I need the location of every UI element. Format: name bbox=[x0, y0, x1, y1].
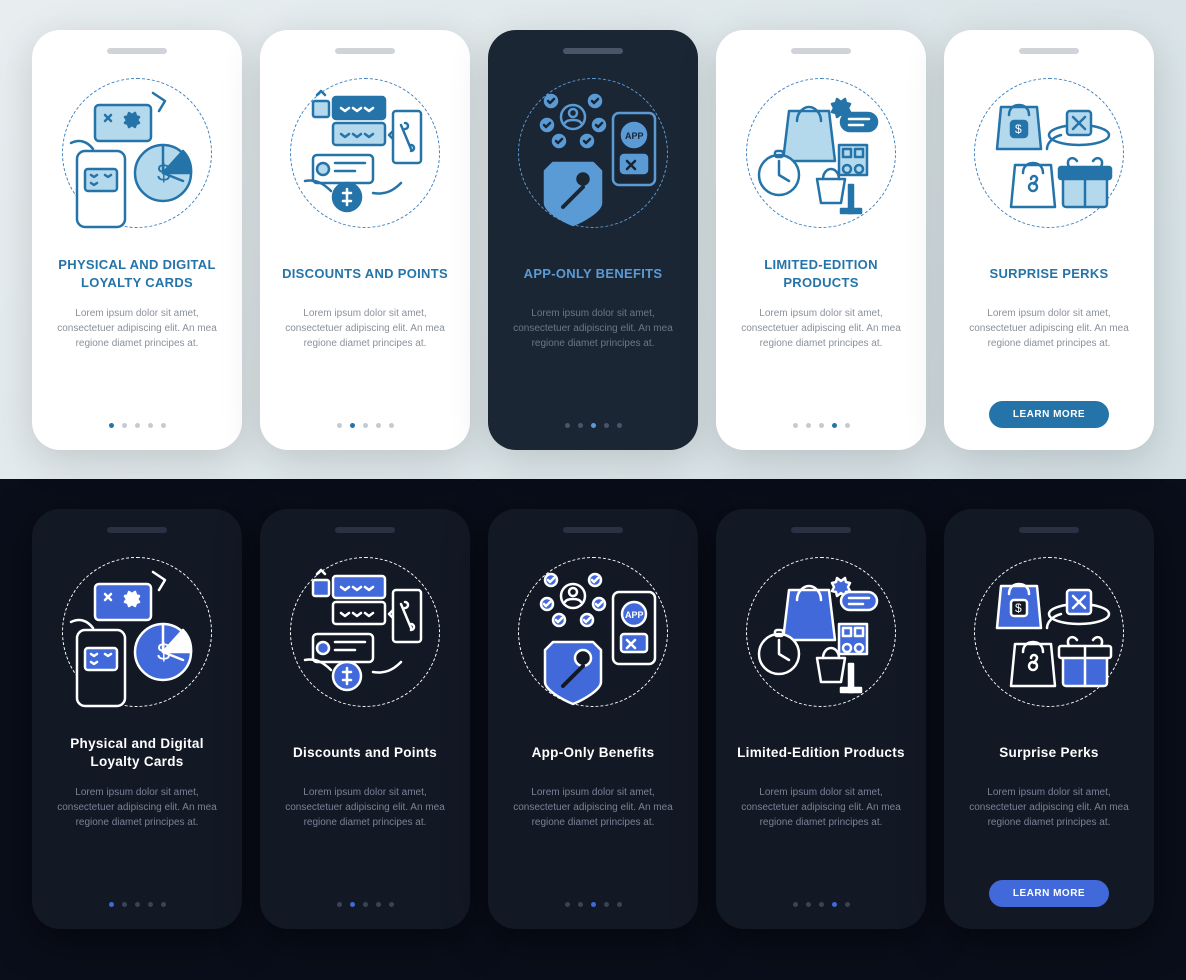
card-description: Lorem ipsum dolor sit amet, consectetuer… bbox=[274, 785, 456, 831]
phone-notch bbox=[563, 48, 623, 54]
card-title: APP-ONLY BENEFITS bbox=[524, 256, 663, 292]
card-title: Surprise Perks bbox=[999, 735, 1099, 771]
phone-notch bbox=[791, 48, 851, 54]
app-benefits-icon: APP bbox=[508, 547, 678, 717]
card-title: PHYSICAL AND DIGITAL LOYALTY CARDS bbox=[46, 256, 228, 292]
app-benefits-icon: APP bbox=[508, 68, 678, 238]
phone-notch bbox=[335, 527, 395, 533]
onboarding-card-discounts-dark: Discounts and Points Lorem ipsum dolor s… bbox=[260, 509, 470, 929]
card-description: Lorem ipsum dolor sit amet, consectetuer… bbox=[46, 785, 228, 831]
phone-notch bbox=[107, 48, 167, 54]
page-indicator[interactable] bbox=[565, 423, 622, 428]
page-indicator[interactable] bbox=[793, 423, 850, 428]
phone-notch bbox=[791, 527, 851, 533]
card-description: Lorem ipsum dolor sit amet, consectetuer… bbox=[958, 785, 1140, 831]
page-indicator[interactable] bbox=[337, 902, 394, 907]
card-title: Limited-Edition Products bbox=[737, 735, 905, 771]
loyalty-cards-icon: $ bbox=[52, 68, 222, 238]
svg-text:APP: APP bbox=[625, 131, 644, 141]
onboarding-card-discounts: DISCOUNTS AND POINTS Lorem ipsum dolor s… bbox=[260, 30, 470, 450]
dark-theme-row: $ Physical and Digital Loyalty Cards Lor… bbox=[0, 479, 1186, 980]
card-description: Lorem ipsum dolor sit amet, consectetuer… bbox=[730, 785, 912, 831]
card-description: Lorem ipsum dolor sit amet, consectetuer… bbox=[46, 306, 228, 352]
card-title: Physical and Digital Loyalty Cards bbox=[46, 735, 228, 771]
card-title: App-Only Benefits bbox=[532, 735, 655, 771]
onboarding-card-app-benefits: APP APP-ONLY BENEFITS Lorem ipsum dolor … bbox=[488, 30, 698, 450]
onboarding-card-app-benefits-dark: APP App-Only Benefits Lorem ipsum dolor … bbox=[488, 509, 698, 929]
onboarding-card-loyalty-dark: $ Physical and Digital Loyalty Cards Lor… bbox=[32, 509, 242, 929]
page-indicator[interactable] bbox=[109, 423, 166, 428]
page-indicator[interactable] bbox=[337, 423, 394, 428]
svg-text:$: $ bbox=[1015, 122, 1022, 136]
learn-more-button[interactable]: LEARN MORE bbox=[989, 401, 1109, 428]
card-description: Lorem ipsum dolor sit amet, consectetuer… bbox=[502, 785, 684, 831]
phone-notch bbox=[107, 527, 167, 533]
card-description: Lorem ipsum dolor sit amet, consectetuer… bbox=[730, 306, 912, 352]
surprise-perks-icon: $ bbox=[964, 68, 1134, 238]
learn-more-button[interactable]: LEARN MORE bbox=[989, 880, 1109, 907]
light-theme-row: $ PHYSICAL AND DIGITAL LOYALTY CARDS Lor… bbox=[0, 0, 1186, 479]
phone-notch bbox=[1019, 527, 1079, 533]
onboarding-card-loyalty: $ PHYSICAL AND DIGITAL LOYALTY CARDS Lor… bbox=[32, 30, 242, 450]
phone-notch bbox=[1019, 48, 1079, 54]
discounts-points-icon bbox=[280, 547, 450, 717]
limited-edition-icon bbox=[736, 547, 906, 717]
card-title: SURPRISE PERKS bbox=[989, 256, 1108, 292]
surprise-perks-icon: $ bbox=[964, 547, 1134, 717]
page-indicator[interactable] bbox=[109, 902, 166, 907]
card-description: Lorem ipsum dolor sit amet, consectetuer… bbox=[502, 306, 684, 352]
onboarding-card-surprise-dark: $ Surprise Perks Lorem ipsum dolor sit a… bbox=[944, 509, 1154, 929]
onboarding-card-limited-dark: Limited-Edition Products Lorem ipsum dol… bbox=[716, 509, 926, 929]
loyalty-cards-icon: $ bbox=[52, 547, 222, 717]
page-indicator[interactable] bbox=[565, 902, 622, 907]
card-description: Lorem ipsum dolor sit amet, consectetuer… bbox=[958, 306, 1140, 352]
svg-text:APP: APP bbox=[625, 610, 644, 620]
onboarding-card-limited: LIMITED-EDITION PRODUCTS Lorem ipsum dol… bbox=[716, 30, 926, 450]
card-title: LIMITED-EDITION PRODUCTS bbox=[730, 256, 912, 292]
card-title: Discounts and Points bbox=[293, 735, 437, 771]
onboarding-card-surprise: $ SURPRISE PERKS Lorem ipsum dolor sit a… bbox=[944, 30, 1154, 450]
limited-edition-icon bbox=[736, 68, 906, 238]
card-description: Lorem ipsum dolor sit amet, consectetuer… bbox=[274, 306, 456, 352]
card-title: DISCOUNTS AND POINTS bbox=[282, 256, 448, 292]
phone-notch bbox=[335, 48, 395, 54]
phone-notch bbox=[563, 527, 623, 533]
svg-text:$: $ bbox=[1015, 601, 1022, 615]
discounts-points-icon bbox=[280, 68, 450, 238]
page-indicator[interactable] bbox=[793, 902, 850, 907]
